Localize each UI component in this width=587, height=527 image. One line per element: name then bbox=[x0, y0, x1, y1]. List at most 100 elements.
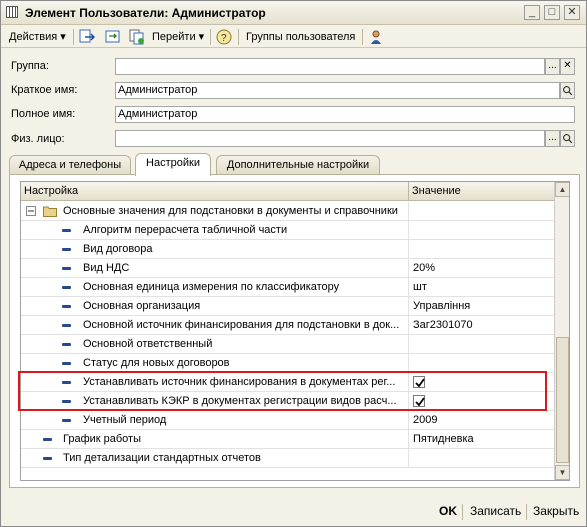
table-row[interactable]: Вид договора bbox=[21, 240, 554, 259]
short-name-label: Краткое имя: bbox=[11, 84, 78, 96]
setting-name: Алгоритм перерасчета табличной части bbox=[83, 224, 288, 236]
bottom-separator bbox=[526, 504, 527, 520]
table-row[interactable]: Тип детализации стандартных отчетов bbox=[21, 449, 554, 468]
table-row[interactable]: Основной ответственный bbox=[21, 335, 554, 354]
full-name-field[interactable]: Администратор bbox=[115, 106, 575, 123]
setting-name: Основной источник финансирования для под… bbox=[83, 319, 400, 331]
setting-value[interactable] bbox=[408, 449, 554, 468]
short-name-field[interactable]: Администратор bbox=[115, 82, 560, 99]
save-button[interactable]: Записать bbox=[470, 504, 521, 518]
tab-bar: Адреса и телефоны Настройки Дополнительн… bbox=[1, 153, 586, 176]
toolbar-separator bbox=[238, 29, 239, 45]
table-row[interactable]: Основная организация Управління bbox=[21, 297, 554, 316]
column-header-setting[interactable]: Настройка bbox=[21, 182, 408, 201]
toolbar-separator bbox=[362, 29, 363, 45]
tab-additional-settings[interactable]: Дополнительные настройки bbox=[216, 155, 380, 175]
title-bar: Элемент Пользователи: Администратор _ □ … bbox=[1, 1, 586, 25]
person-select-button[interactable]: ... bbox=[545, 130, 560, 147]
actions-menu[interactable]: Действия ▾ bbox=[6, 28, 69, 46]
setting-value[interactable] bbox=[408, 240, 554, 259]
table-row[interactable]: Основная единица измерения по классифика… bbox=[21, 278, 554, 297]
setting-value[interactable] bbox=[408, 221, 554, 240]
group-select-button[interactable]: ... bbox=[545, 58, 560, 75]
window-title: Элемент Пользователи: Администратор bbox=[25, 6, 266, 20]
property-icon bbox=[43, 438, 52, 441]
move-to-group-icon[interactable] bbox=[79, 29, 95, 45]
help-icon[interactable]: ? bbox=[216, 29, 232, 45]
bottom-separator bbox=[462, 504, 463, 520]
refresh-icon[interactable] bbox=[105, 29, 121, 45]
group-field[interactable] bbox=[115, 58, 545, 75]
goto-label: Перейти bbox=[152, 31, 196, 43]
main-window: Элемент Пользователи: Администратор _ □ … bbox=[0, 0, 587, 527]
svg-text:?: ? bbox=[221, 33, 227, 44]
setting-value[interactable]: шт bbox=[408, 278, 554, 297]
setting-name: Основная единица измерения по классифика… bbox=[83, 281, 340, 293]
table-row[interactable]: График работы Пятидневка bbox=[21, 430, 554, 449]
setting-value[interactable]: 20% bbox=[408, 259, 554, 278]
close-button[interactable]: Закрыть bbox=[533, 504, 579, 518]
minimize-button[interactable]: _ bbox=[524, 5, 540, 20]
toolbar-separator bbox=[73, 29, 74, 45]
property-icon bbox=[62, 305, 71, 308]
toolbar-separator bbox=[210, 29, 211, 45]
maximize-button[interactable]: □ bbox=[544, 5, 560, 20]
property-icon bbox=[62, 324, 71, 327]
property-icon bbox=[62, 229, 71, 232]
property-icon bbox=[62, 248, 71, 251]
scroll-down-icon[interactable]: ▼ bbox=[555, 465, 569, 480]
group-row-label: Основные значения для подстановки в доку… bbox=[63, 205, 398, 217]
table-row[interactable]: Алгоритм перерасчета табличной части bbox=[21, 221, 554, 240]
setting-name: Учетный период bbox=[83, 414, 167, 426]
setting-name: График работы bbox=[63, 433, 141, 445]
setting-value[interactable]: Управління bbox=[408, 297, 554, 316]
scroll-up-icon[interactable]: ▲ bbox=[555, 182, 569, 197]
group-row-value bbox=[408, 202, 554, 221]
toolbar: Действия ▾ Перейти ▾ ? Группы пользовате… bbox=[1, 26, 586, 48]
tab-addresses[interactable]: Адреса и телефоны bbox=[9, 155, 131, 175]
user-icon[interactable] bbox=[368, 29, 384, 45]
group-row[interactable]: Основные значения для подстановки в доку… bbox=[21, 202, 554, 221]
table-row[interactable]: Вид НДС 20% bbox=[21, 259, 554, 278]
setting-name: Вид договора bbox=[83, 243, 153, 255]
collapse-icon[interactable] bbox=[26, 206, 36, 216]
property-icon bbox=[43, 457, 52, 460]
goto-menu[interactable]: Перейти ▾ bbox=[149, 28, 207, 46]
property-icon bbox=[62, 419, 71, 422]
folder-icon bbox=[43, 206, 57, 217]
settings-panel: Настройка Значение Основные значения для… bbox=[9, 174, 580, 488]
ok-button[interactable]: OK bbox=[439, 504, 457, 518]
search-icon[interactable] bbox=[560, 130, 575, 147]
table-row[interactable]: Основной источник финансирования для под… bbox=[21, 316, 554, 335]
setting-value[interactable] bbox=[408, 335, 554, 354]
person-field[interactable] bbox=[115, 130, 545, 147]
highlight-box bbox=[18, 371, 547, 411]
property-icon bbox=[62, 286, 71, 289]
grid-header: Настройка Значение bbox=[21, 182, 554, 201]
tab-settings[interactable]: Настройки bbox=[135, 153, 211, 176]
setting-name: Основной ответственный bbox=[83, 338, 213, 350]
settings-grid: Настройка Значение Основные значения для… bbox=[20, 181, 570, 481]
property-icon bbox=[62, 343, 71, 346]
setting-value[interactable]: 2009 bbox=[408, 411, 554, 430]
table-row[interactable]: Учетный период 2009 bbox=[21, 411, 554, 430]
setting-name: Тип детализации стандартных отчетов bbox=[63, 452, 261, 464]
setting-value[interactable]: Пятидневка bbox=[408, 430, 554, 449]
close-window-button[interactable]: ✕ bbox=[564, 5, 580, 20]
person-label: Физ. лицо: bbox=[11, 133, 65, 145]
property-icon bbox=[62, 362, 71, 365]
setting-value[interactable]: Заг2301070 bbox=[408, 316, 554, 335]
actions-label: Действия bbox=[9, 31, 58, 43]
user-groups-button[interactable]: Группы пользователя bbox=[243, 28, 358, 46]
chevron-down-icon: ▾ bbox=[198, 31, 205, 43]
group-clear-button[interactable]: ✕ bbox=[560, 58, 575, 75]
column-header-value[interactable]: Значение bbox=[408, 182, 554, 201]
copy-icon[interactable] bbox=[129, 29, 145, 45]
search-icon[interactable] bbox=[560, 82, 575, 99]
vertical-scrollbar[interactable]: ▲ ▼ bbox=[554, 182, 569, 480]
bottom-bar: OK Записать Закрыть bbox=[1, 498, 586, 526]
scroll-thumb[interactable] bbox=[556, 337, 569, 463]
full-name-label: Полное имя: bbox=[11, 108, 76, 120]
setting-name: Основная организация bbox=[83, 300, 201, 312]
group-label: Группа: bbox=[11, 60, 49, 72]
